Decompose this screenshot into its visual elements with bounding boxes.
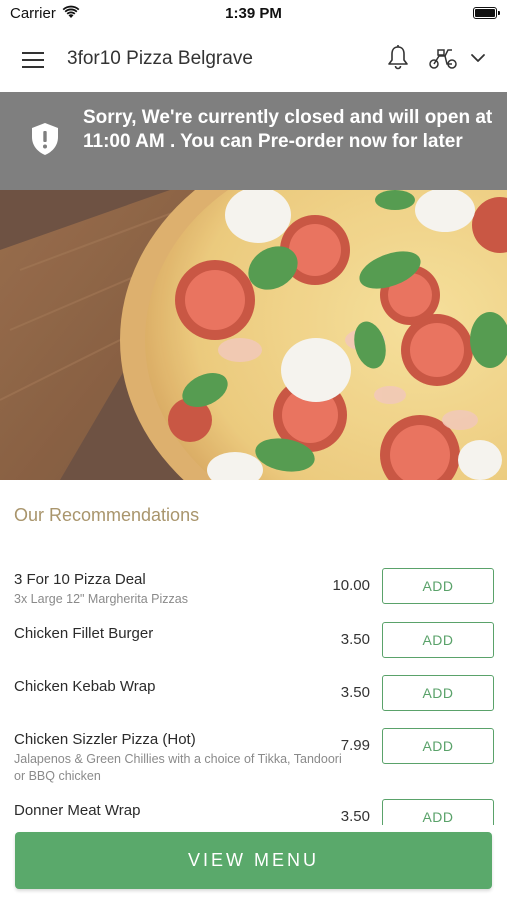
restaurant-title: 3for10 Pizza Belgrave — [67, 48, 253, 69]
item-description: 3x Large 12" Margherita Pizzas — [14, 592, 188, 606]
item-name: Donner Meat Wrap — [14, 802, 141, 819]
add-button[interactable]: ADD — [382, 568, 494, 604]
app-header: 3for10 Pizza Belgrave — [0, 28, 507, 92]
scooter-icon[interactable] — [428, 46, 458, 70]
shield-alert-icon — [32, 123, 58, 155]
item-price: 10.00 — [332, 577, 370, 594]
item-name: Chicken Kebab Wrap — [14, 678, 156, 695]
add-button[interactable]: ADD — [382, 675, 494, 711]
hero-pizza-image — [0, 190, 507, 480]
bell-icon[interactable] — [386, 44, 410, 72]
closed-banner: Sorry, We're currently closed and will o… — [0, 92, 507, 190]
item-price: 3.50 — [340, 808, 370, 825]
item-name: Chicken Sizzler Pizza (Hot) — [14, 731, 196, 748]
item-description: Jalapenos & Green Chillies with a choice… — [14, 752, 342, 783]
recommendations-title: Our Recommendations — [14, 505, 200, 525]
menu-icon[interactable] — [22, 50, 46, 70]
item-price: 3.50 — [340, 631, 370, 648]
add-button[interactable]: ADD — [382, 622, 494, 658]
item-price: 7.99 — [340, 737, 370, 754]
chevron-down-icon[interactable] — [470, 50, 486, 66]
status-time: 1:39 PM — [225, 5, 282, 22]
view-menu-button[interactable]: VIEW MENU — [15, 832, 492, 889]
status-bar: Carrier 1:39 PM — [0, 0, 507, 28]
battery-icon — [473, 7, 500, 19]
item-price: 3.50 — [340, 684, 370, 701]
closed-message: Sorry, We're currently closed and will o… — [83, 107, 493, 152]
item-name: Chicken Fillet Burger — [14, 625, 154, 642]
add-button[interactable]: ADD — [382, 728, 494, 764]
item-name: 3 For 10 Pizza Deal — [14, 571, 146, 588]
